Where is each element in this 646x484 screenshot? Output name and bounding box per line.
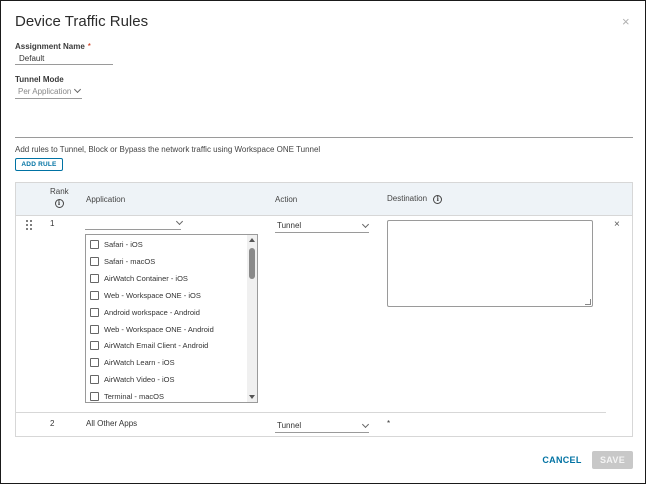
app-option-label: Web - Workspace ONE - iOS	[104, 290, 201, 300]
checkbox-icon[interactable]	[90, 273, 99, 283]
checkbox-icon[interactable]	[90, 290, 99, 300]
dialog-title: Device Traffic Rules	[15, 13, 149, 30]
tunnel-mode-value: Per Application	[18, 87, 72, 96]
destination-textarea[interactable]	[387, 220, 593, 307]
app-option-label: Safari - macOS	[104, 256, 156, 266]
app-option[interactable]: Web - Workspace ONE - iOS	[90, 288, 201, 302]
checkbox-icon[interactable]	[90, 324, 99, 334]
chevron-down-icon	[361, 420, 370, 429]
row-divider	[16, 412, 606, 413]
column-destination: Destination i	[387, 194, 443, 204]
scroll-up-icon[interactable]	[249, 238, 255, 242]
column-application: Application	[86, 195, 126, 204]
row-rank: 1	[50, 219, 55, 228]
app-option-label: AirWatch Email Client - Android	[104, 340, 209, 350]
application-options-list[interactable]: Safari - iOS Safari - macOS AirWatch Con…	[85, 234, 258, 403]
grid-header: Rank i Application Action Destination i	[16, 183, 632, 216]
app-option[interactable]: AirWatch Video - iOS	[90, 372, 174, 386]
app-option[interactable]: AirWatch Learn - iOS	[90, 355, 175, 369]
scroll-down-icon[interactable]	[249, 395, 255, 399]
app-option-label: AirWatch Container - iOS	[104, 273, 188, 283]
row-destination: *	[387, 419, 391, 428]
list-scrollbar[interactable]	[247, 235, 257, 402]
save-button[interactable]: SAVE	[592, 451, 633, 469]
app-option[interactable]: AirWatch Email Client - Android	[90, 338, 208, 352]
action-select-value: Tunnel	[277, 421, 302, 430]
chevron-down-icon	[361, 220, 370, 229]
scroll-thumb[interactable]	[249, 248, 255, 279]
row-application: All Other Apps	[86, 419, 138, 428]
app-option[interactable]: Terminal - macOS	[90, 389, 165, 402]
required-mark: *	[87, 42, 91, 51]
rules-description: Add rules to Tunnel, Block or Bypass the…	[15, 145, 321, 154]
assignment-name-input[interactable]	[15, 52, 113, 65]
checkbox-icon[interactable]	[90, 340, 99, 350]
column-destination-label: Destination	[387, 194, 428, 203]
description-field[interactable]	[15, 103, 633, 138]
checkbox-icon[interactable]	[90, 374, 99, 384]
column-action: Action	[275, 195, 298, 204]
drag-handle-icon[interactable]	[26, 220, 34, 231]
info-icon[interactable]: i	[54, 199, 64, 208]
action-select-value: Tunnel	[277, 221, 302, 230]
device-traffic-rules-dialog: Device Traffic Rules × Assignment Name * …	[0, 0, 646, 484]
app-option-label: Web - Workspace ONE - Android	[104, 324, 214, 334]
rules-grid: Rank i Application Action Destination i …	[15, 182, 633, 437]
close-icon[interactable]: ×	[622, 15, 630, 28]
checkbox-icon[interactable]	[90, 357, 99, 367]
app-option-label: Android workspace - Android	[104, 307, 200, 317]
checkbox-icon[interactable]	[90, 239, 99, 249]
chevron-down-icon	[74, 85, 82, 94]
application-select[interactable]	[85, 217, 184, 230]
add-rule-button[interactable]: ADD RULE	[15, 158, 63, 171]
app-option-label: Safari - iOS	[104, 239, 143, 249]
resize-handle-icon[interactable]	[585, 299, 591, 305]
info-icon[interactable]: i	[433, 195, 443, 204]
app-option-label: Terminal - macOS	[104, 391, 165, 401]
app-option[interactable]: AirWatch Container - iOS	[90, 271, 188, 285]
tunnel-mode-select[interactable]: Per Application	[15, 85, 83, 99]
remove-rule-icon[interactable]: ×	[614, 220, 620, 230]
cancel-button[interactable]: CANCEL	[537, 451, 587, 469]
checkbox-icon[interactable]	[90, 391, 99, 401]
app-option[interactable]: Safari - macOS	[90, 254, 155, 268]
assignment-name-label-text: Assignment Name	[15, 42, 85, 51]
app-option-label: AirWatch Learn - iOS	[104, 357, 175, 367]
row-rank: 2	[50, 419, 55, 428]
app-option-label: AirWatch Video - iOS	[104, 374, 175, 384]
app-option[interactable]: Safari - iOS	[90, 237, 143, 251]
assignment-name-label: Assignment Name *	[15, 42, 91, 51]
app-option[interactable]: Android workspace - Android	[90, 305, 200, 319]
tunnel-mode-label: Tunnel Mode	[15, 75, 64, 84]
chevron-down-icon	[175, 217, 184, 226]
action-select[interactable]: Tunnel	[275, 220, 370, 233]
app-option[interactable]: Web - Workspace ONE - Android	[90, 322, 214, 336]
column-rank-label: Rank	[50, 187, 69, 196]
checkbox-icon[interactable]	[90, 256, 99, 266]
checkbox-icon[interactable]	[90, 307, 99, 317]
column-rank: Rank i	[50, 187, 69, 208]
action-select[interactable]: Tunnel	[275, 420, 370, 433]
